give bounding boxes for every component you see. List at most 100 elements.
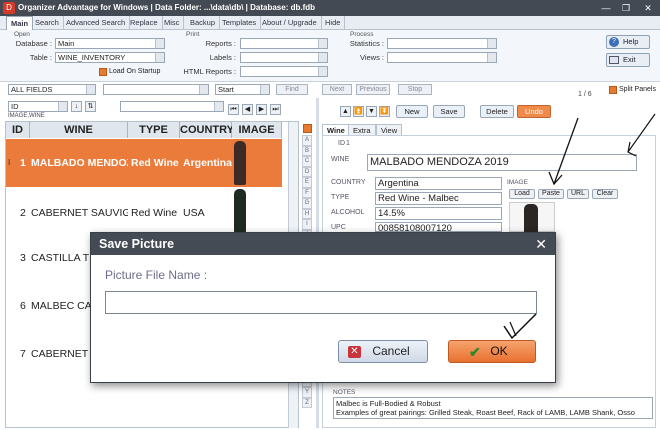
- upc-field[interactable]: 00858108007120: [375, 222, 502, 232]
- find-button[interactable]: Find: [276, 84, 308, 95]
- cancel-icon: ✕: [348, 346, 361, 358]
- notes-line: Examples of great pairings: Grilled Stea…: [336, 408, 635, 417]
- next-button[interactable]: Next: [322, 84, 352, 95]
- search-field-select[interactable]: ALL FIELDS: [8, 84, 96, 95]
- alphabet-index-letter[interactable]: E: [302, 177, 312, 188]
- alphabet-index-letter[interactable]: I: [302, 219, 312, 230]
- tab-main[interactable]: Main: [6, 16, 34, 30]
- column-header-type[interactable]: TYPE: [128, 122, 180, 138]
- column-header-image[interactable]: IMAGE: [232, 122, 282, 138]
- hand-drawn-check-stroke: [509, 321, 517, 337]
- stop-button[interactable]: Stop: [398, 84, 432, 95]
- tab-about-upgrade[interactable]: About / Upgrade: [258, 16, 322, 30]
- dialog-title: Save Picture: [91, 233, 555, 255]
- restore-icon[interactable]: ❐: [616, 0, 636, 16]
- tab-extra[interactable]: Extra: [348, 124, 376, 135]
- database-select[interactable]: Main: [55, 38, 165, 49]
- alphabet-index-letter[interactable]: H: [302, 208, 312, 219]
- alphabet-index-letter[interactable]: A: [302, 135, 312, 146]
- move-first-icon[interactable]: ⏫: [353, 106, 364, 117]
- row-id: 2: [20, 207, 26, 219]
- ok-button[interactable]: ✔ OK: [448, 340, 536, 363]
- country-field[interactable]: Argentina: [375, 177, 502, 190]
- image-load-button[interactable]: Load: [509, 189, 535, 199]
- alphabet-index-letter[interactable]: F: [302, 187, 312, 198]
- sort-ascending-icon[interactable]: ↓: [71, 101, 82, 112]
- dialog-close-icon[interactable]: ✕: [535, 233, 547, 255]
- labels-select[interactable]: [240, 52, 328, 63]
- annotation-checkmark: [503, 313, 537, 340]
- views-label: Views :: [359, 53, 384, 62]
- row-wine: MALBEC CAB: [31, 300, 91, 312]
- tab-backup[interactable]: Backup: [186, 16, 221, 30]
- type-field[interactable]: Red Wine - Malbec: [375, 192, 502, 205]
- views-select[interactable]: [387, 52, 497, 63]
- help-button-label: Help: [623, 37, 639, 46]
- statistics-select[interactable]: [387, 38, 497, 49]
- sort-hint: IMAGE,WINE: [8, 113, 45, 119]
- alcohol-label: ALCOHOL: [331, 209, 365, 216]
- tab-search[interactable]: Search: [31, 16, 64, 30]
- alphabet-index-letter[interactable]: G: [302, 198, 312, 209]
- sort-field-select[interactable]: ID: [8, 101, 68, 112]
- alphabet-index-letter[interactable]: B: [302, 145, 312, 156]
- row-country: USA: [183, 207, 205, 219]
- image-label: IMAGE: [507, 179, 528, 186]
- table-label: Table :: [29, 53, 52, 62]
- alphabet-index-letter[interactable]: D: [302, 166, 312, 177]
- column-header-country[interactable]: COUNTRY: [180, 122, 234, 138]
- new-button[interactable]: New: [396, 105, 428, 118]
- row-id: 7: [20, 348, 26, 360]
- save-picture-dialog: Save Picture ✕ Picture File Name : ✕ Can…: [90, 232, 556, 383]
- picture-file-name-input[interactable]: [105, 291, 537, 314]
- column-header-wine[interactable]: WINE: [30, 122, 128, 138]
- prev-record-icon[interactable]: ◀: [242, 104, 253, 115]
- delete-button[interactable]: Delete: [480, 105, 514, 118]
- minimize-icon[interactable]: —: [596, 0, 616, 16]
- secondary-sort-select[interactable]: [120, 101, 224, 112]
- notes-field[interactable]: Malbec is Full-Bodied & Robust Examples …: [333, 397, 653, 419]
- search-text-input[interactable]: [103, 84, 209, 95]
- alphabet-index-letter[interactable]: Z: [302, 397, 312, 408]
- search-start-select[interactable]: Start: [215, 84, 270, 95]
- last-record-icon[interactable]: ⏭: [270, 104, 281, 115]
- move-down-icon[interactable]: ▼: [366, 106, 377, 117]
- table-select[interactable]: WINE_INVENTORY: [55, 52, 165, 63]
- alphabet-index-letter[interactable]: Y: [302, 387, 312, 398]
- reports-select[interactable]: [240, 38, 328, 49]
- tab-hide[interactable]: Hide: [321, 16, 346, 30]
- sort-toggle-icon[interactable]: ⇅: [85, 101, 96, 112]
- move-up-icon[interactable]: ▲: [340, 106, 351, 117]
- alphabet-index-letter[interactable]: C: [302, 156, 312, 167]
- cancel-button-label: Cancel: [372, 344, 410, 358]
- tab-misc[interactable]: Misc: [160, 16, 185, 30]
- help-icon: ?: [609, 37, 619, 47]
- row-type: Red Wine: [131, 157, 179, 169]
- wine-bottle-image: [234, 189, 246, 233]
- tab-replace[interactable]: Replace: [126, 16, 163, 30]
- tab-view[interactable]: View: [376, 124, 403, 135]
- close-window-icon[interactable]: ✕: [638, 0, 658, 16]
- tab-templates[interactable]: Templates: [218, 16, 262, 30]
- alcohol-field[interactable]: 14.5%: [375, 207, 502, 220]
- split-panels-label: Split Panels: [619, 86, 656, 93]
- html-reports-select[interactable]: [240, 66, 328, 77]
- ok-button-label: OK: [490, 344, 508, 358]
- tab-advanced-search[interactable]: Advanced Search: [62, 16, 131, 30]
- row-id: 6: [20, 300, 26, 312]
- previous-button[interactable]: Previous: [356, 84, 390, 95]
- column-header-id[interactable]: ID: [6, 122, 30, 138]
- app-logo-icon: D: [3, 2, 15, 14]
- index-filter-icon[interactable]: [303, 124, 312, 133]
- exit-icon: [609, 56, 619, 64]
- tab-wine[interactable]: Wine: [322, 124, 350, 135]
- next-record-icon[interactable]: ▶: [256, 104, 267, 115]
- load-on-startup-checkbox[interactable]: [99, 68, 107, 76]
- save-button[interactable]: Save: [433, 105, 465, 118]
- split-panels-checkbox[interactable]: [609, 86, 617, 94]
- move-last-icon[interactable]: ⏬: [379, 106, 390, 117]
- cancel-button[interactable]: ✕ Cancel: [338, 340, 428, 363]
- first-record-icon[interactable]: ⏮: [228, 104, 239, 115]
- labels-label: Labels :: [209, 53, 236, 62]
- row-wine: CASTILLA TE: [31, 252, 91, 264]
